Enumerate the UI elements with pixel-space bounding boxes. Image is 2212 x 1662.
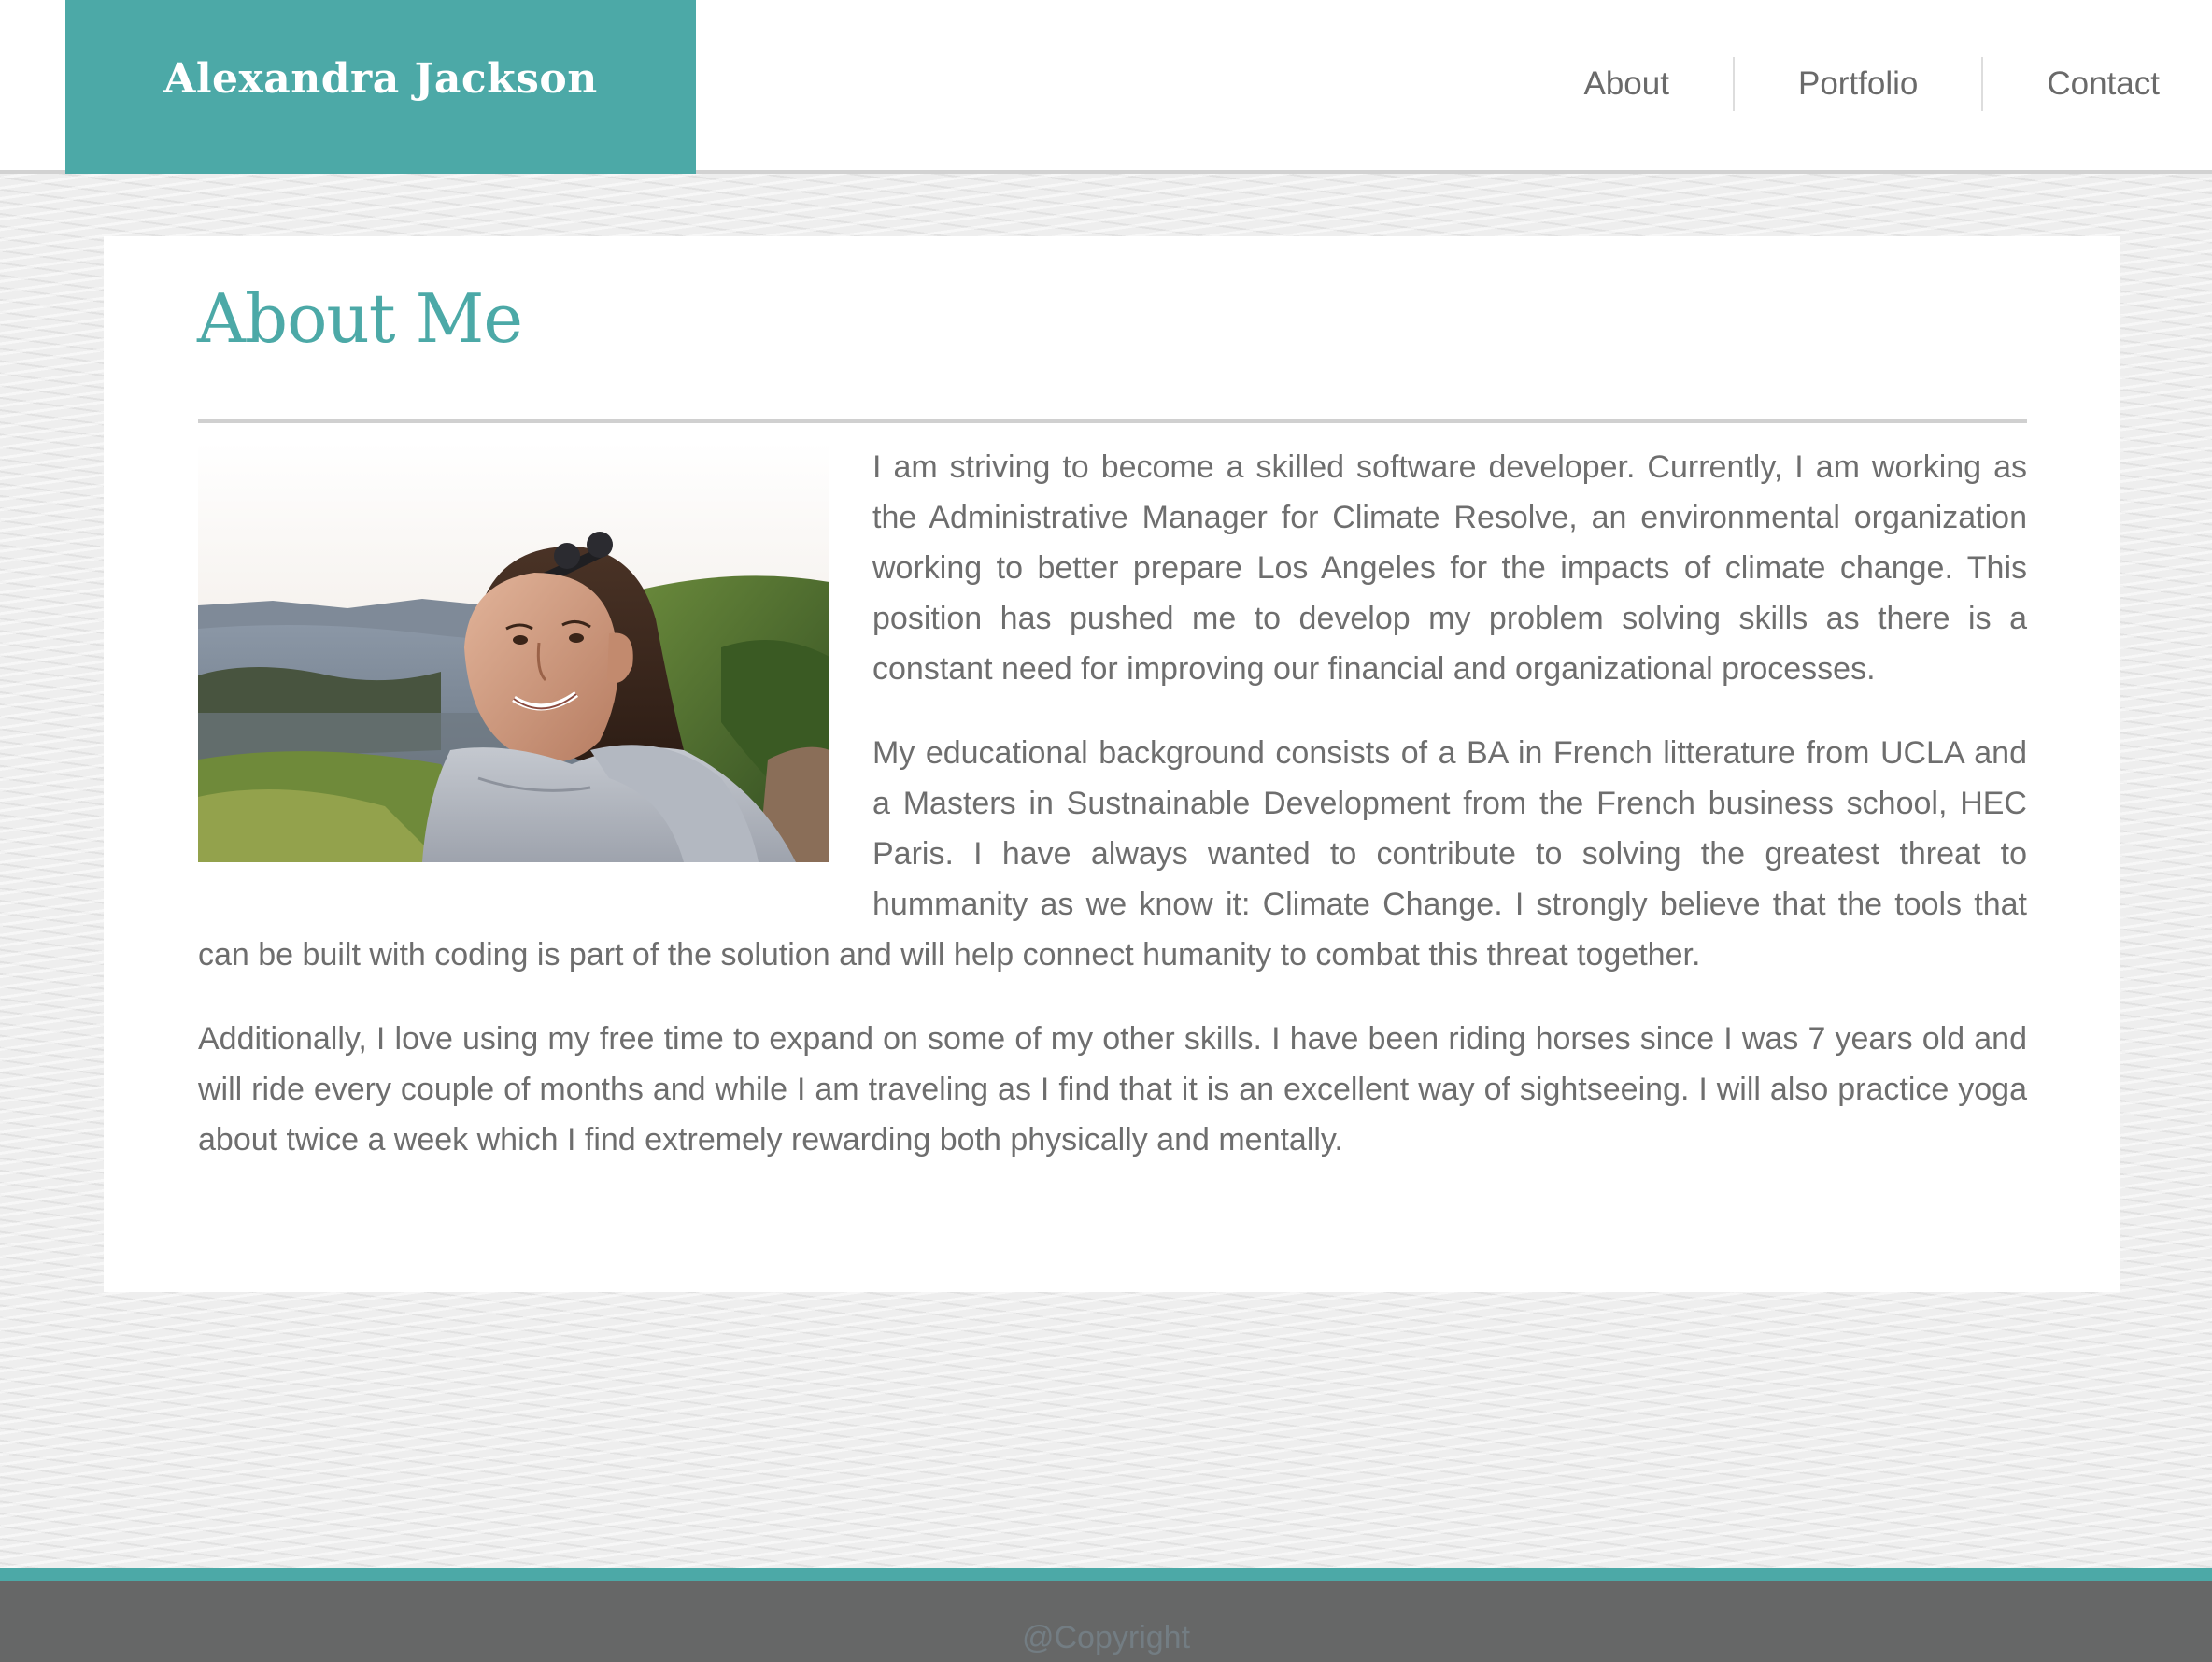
page-title: About Me bbox=[197, 279, 523, 358]
site-header: Alexandra Jackson About Portfolio Contac… bbox=[0, 0, 2212, 174]
nav-link-contact[interactable]: Contact bbox=[1981, 57, 2212, 111]
profile-photo bbox=[198, 442, 830, 862]
main-nav: About Portfolio Contact bbox=[1521, 56, 2212, 112]
about-content: I am striving to become a skilled softwa… bbox=[198, 442, 2027, 1199]
about-paragraph-3: Additionally, I love using my free time … bbox=[198, 1021, 2027, 1158]
site-footer: @Copyright bbox=[0, 1568, 2212, 1662]
brand-title[interactable]: Alexandra Jackson bbox=[163, 55, 598, 103]
copyright-text: @Copyright bbox=[1021, 1620, 1191, 1655]
about-card: About Me I am striving to become a skill… bbox=[104, 236, 2120, 1292]
title-divider bbox=[198, 419, 2027, 423]
brand-block[interactable]: Alexandra Jackson bbox=[65, 0, 696, 174]
nav-link-about[interactable]: About bbox=[1521, 57, 1733, 111]
nav-link-portfolio[interactable]: Portfolio bbox=[1732, 57, 1981, 111]
